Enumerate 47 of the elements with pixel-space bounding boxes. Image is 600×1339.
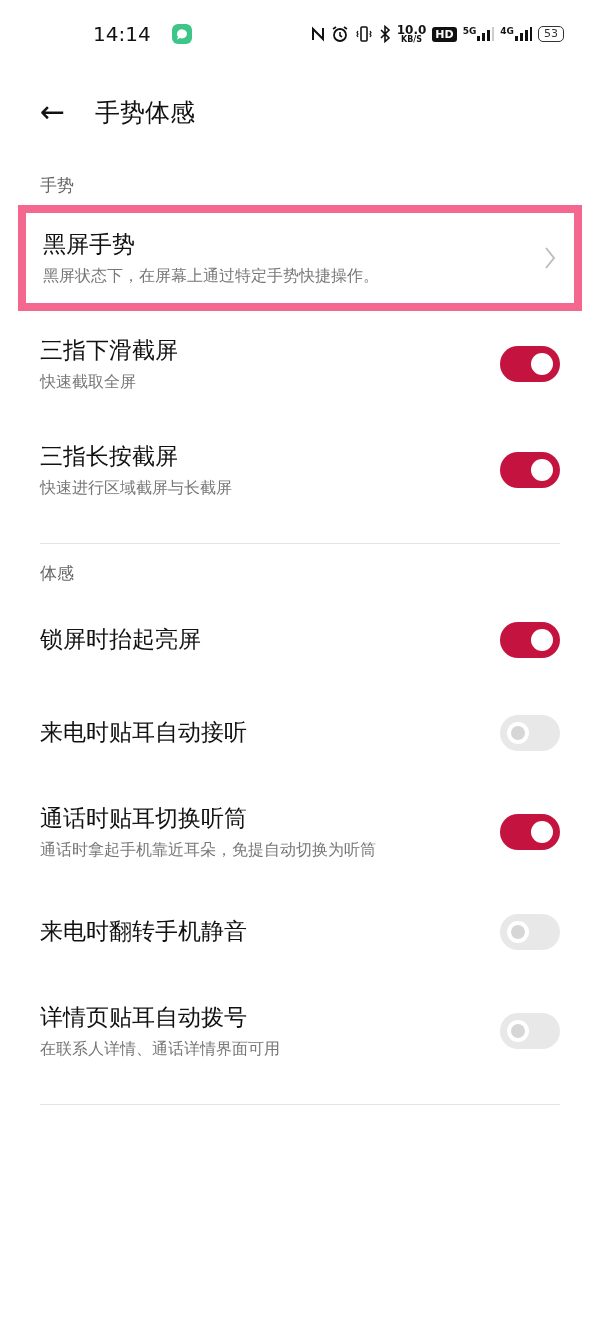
alarm-clock-icon: [330, 25, 349, 43]
toggle-switch[interactable]: [500, 913, 560, 950]
setting-title: 三指长按截屏: [40, 442, 179, 471]
toggle-switch[interactable]: [500, 1013, 560, 1049]
settings-row[interactable]: 三指下滑截屏 快速截取全屏: [0, 311, 600, 417]
setting-description: 通话时拿起手机靠近耳朵，免提自动切换为听筒: [40, 840, 377, 861]
signal-icon: [476, 26, 495, 42]
vibrate-icon: [354, 25, 373, 43]
section-header: 手势: [39, 174, 75, 197]
settings-row[interactable]: 通话时贴耳切换听筒 通话时拿起手机靠近耳朵，免提自动切换为听筒: [0, 779, 600, 885]
setting-title: 通话时贴耳切换听筒: [40, 804, 248, 833]
signal-icon: [514, 26, 532, 42]
setting-title: 锁屏时抬起亮屏: [40, 625, 202, 654]
setting-title: 详情页贴耳自动拨号: [40, 1003, 248, 1032]
network-label: 4G: [500, 26, 514, 36]
speed-value: 10.0: [396, 24, 427, 36]
settings-row[interactable]: 来电时翻转手机静音: [0, 885, 600, 978]
status-time: 14:14: [93, 22, 151, 46]
hd-badge: HD: [432, 26, 457, 42]
toggle-switch[interactable]: [500, 621, 560, 658]
toggle-switch[interactable]: [500, 714, 560, 751]
settings-row[interactable]: 详情页贴耳自动拨号 在联系人详情、通话详情界面可用: [0, 978, 600, 1084]
toggle-switch[interactable]: [500, 452, 560, 488]
settings-row[interactable]: 三指长按截屏 快速进行区域截屏与长截屏: [0, 417, 600, 523]
setting-title: 来电时贴耳自动接听: [40, 718, 248, 747]
setting-title: 来电时翻转手机静音: [40, 917, 248, 946]
page-title: 手势体感: [95, 96, 196, 129]
setting-title: 三指下滑截屏: [40, 336, 179, 365]
setting-description: 黑屏状态下，在屏幕上通过特定手势快捷操作。: [43, 266, 380, 287]
settings-row[interactable]: 锁屏时抬起亮屏: [0, 593, 600, 686]
battery-indicator: 53: [538, 26, 564, 42]
setting-description: 快速截取全屏: [40, 372, 137, 393]
setting-title: 黑屏手势: [43, 230, 136, 259]
section-header: 体感: [39, 562, 75, 585]
toggle-switch[interactable]: [500, 814, 560, 850]
settings-row[interactable]: 来电时贴耳自动接听: [0, 686, 600, 779]
chevron-icon: [544, 246, 556, 270]
bluetooth-icon: [378, 25, 391, 43]
setting-description: 快速进行区域截屏与长截屏: [40, 478, 233, 499]
toggle-switch[interactable]: [500, 346, 560, 382]
nfc-icon: [310, 26, 325, 42]
setting-description: 在联系人详情、通话详情界面可用: [40, 1039, 281, 1060]
settings-row[interactable]: 黑屏手势 黑屏状态下，在屏幕上通过特定手势快捷操作。: [18, 205, 582, 311]
speed-unit: KB/S: [401, 36, 423, 44]
network-label: 5G: [462, 26, 477, 36]
back-button[interactable]: ←: [40, 97, 66, 127]
chat-app-icon: [170, 23, 193, 45]
